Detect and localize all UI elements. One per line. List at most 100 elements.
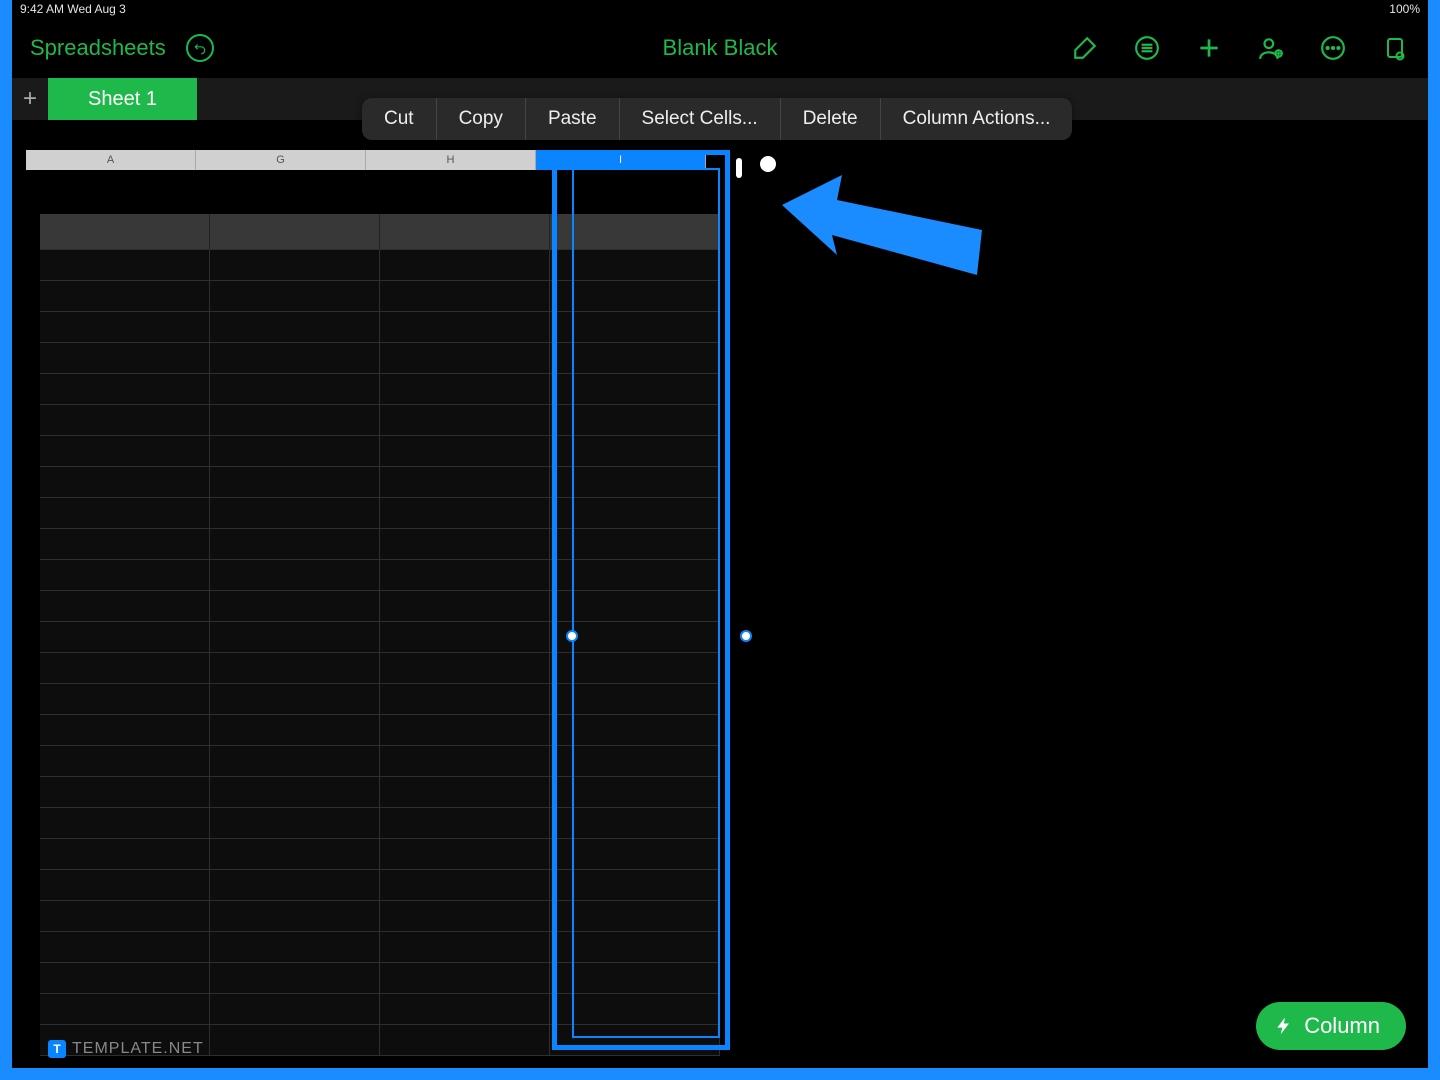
cell[interactable] xyxy=(40,467,210,498)
cell[interactable] xyxy=(40,374,210,405)
cell[interactable] xyxy=(550,777,720,808)
cell[interactable] xyxy=(210,963,380,994)
menu-column-actions[interactable]: Column Actions... xyxy=(881,98,1073,140)
undo-icon[interactable] xyxy=(186,34,214,62)
cell[interactable] xyxy=(380,870,550,901)
menu-copy[interactable]: Copy xyxy=(437,98,526,140)
cell[interactable] xyxy=(550,808,720,839)
cell[interactable] xyxy=(210,312,380,343)
cell[interactable] xyxy=(40,932,210,963)
cell[interactable] xyxy=(380,436,550,467)
cell[interactable] xyxy=(40,653,210,684)
more-icon[interactable] xyxy=(1318,33,1348,63)
cell[interactable] xyxy=(550,901,720,932)
cell[interactable] xyxy=(210,560,380,591)
cell[interactable] xyxy=(40,715,210,746)
cell[interactable] xyxy=(210,653,380,684)
cell[interactable] xyxy=(40,281,210,312)
cell[interactable] xyxy=(40,963,210,994)
col-header-A[interactable]: A xyxy=(26,150,196,170)
cell[interactable] xyxy=(210,994,380,1025)
doc-title[interactable]: Blank Black xyxy=(663,35,778,61)
cell[interactable] xyxy=(210,214,380,250)
cell[interactable] xyxy=(380,777,550,808)
cell[interactable] xyxy=(40,214,210,250)
selection-handle-right[interactable] xyxy=(740,630,752,642)
cell[interactable] xyxy=(210,746,380,777)
cell[interactable] xyxy=(550,963,720,994)
menu-paste[interactable]: Paste xyxy=(526,98,620,140)
menu-delete[interactable]: Delete xyxy=(781,98,881,140)
cell[interactable] xyxy=(380,808,550,839)
cell[interactable] xyxy=(380,932,550,963)
cell[interactable] xyxy=(40,901,210,932)
sheet-area[interactable]: A G H I document.write(Array.from({lengt… xyxy=(12,150,1428,1068)
cell[interactable] xyxy=(380,560,550,591)
add-sheet-button[interactable]: + xyxy=(12,78,48,120)
cell[interactable] xyxy=(210,839,380,870)
cell[interactable] xyxy=(40,839,210,870)
cell[interactable] xyxy=(210,250,380,281)
cell[interactable] xyxy=(210,777,380,808)
cell[interactable] xyxy=(380,684,550,715)
cell[interactable] xyxy=(380,214,550,250)
cell[interactable] xyxy=(210,1025,380,1056)
cell[interactable] xyxy=(210,870,380,901)
cell[interactable] xyxy=(550,591,720,622)
cell[interactable] xyxy=(210,343,380,374)
cell[interactable] xyxy=(380,250,550,281)
cell[interactable] xyxy=(40,343,210,374)
cell[interactable] xyxy=(380,529,550,560)
col-header-G[interactable]: G xyxy=(196,150,366,170)
cell[interactable] xyxy=(380,994,550,1025)
cell[interactable] xyxy=(40,870,210,901)
cell[interactable] xyxy=(380,1025,550,1056)
cell[interactable] xyxy=(40,498,210,529)
cell[interactable] xyxy=(380,281,550,312)
cell[interactable] xyxy=(380,498,550,529)
cell[interactable] xyxy=(380,746,550,777)
cell[interactable] xyxy=(210,436,380,467)
cell[interactable] xyxy=(210,405,380,436)
cell[interactable] xyxy=(550,405,720,436)
cell[interactable] xyxy=(40,684,210,715)
cell[interactable] xyxy=(210,498,380,529)
cell[interactable] xyxy=(550,498,720,529)
cell[interactable] xyxy=(550,343,720,374)
cell[interactable] xyxy=(210,901,380,932)
cell[interactable] xyxy=(380,405,550,436)
cell[interactable] xyxy=(550,560,720,591)
cell[interactable] xyxy=(40,808,210,839)
column-resize-handle[interactable] xyxy=(736,158,742,178)
cell[interactable] xyxy=(550,312,720,343)
cell[interactable] xyxy=(550,715,720,746)
cell[interactable] xyxy=(550,436,720,467)
cell[interactable] xyxy=(210,808,380,839)
cell[interactable] xyxy=(380,839,550,870)
cell[interactable] xyxy=(210,529,380,560)
cell[interactable] xyxy=(210,374,380,405)
cell[interactable] xyxy=(380,343,550,374)
cell[interactable] xyxy=(40,560,210,591)
cell[interactable] xyxy=(210,281,380,312)
cell[interactable] xyxy=(380,715,550,746)
cell[interactable] xyxy=(40,436,210,467)
cell[interactable] xyxy=(550,746,720,777)
cell[interactable] xyxy=(550,529,720,560)
cell[interactable] xyxy=(40,777,210,808)
cell[interactable] xyxy=(550,467,720,498)
cell[interactable] xyxy=(210,622,380,653)
document-icon[interactable] xyxy=(1380,33,1410,63)
cell[interactable] xyxy=(40,250,210,281)
plus-icon[interactable] xyxy=(1194,33,1224,63)
cell[interactable] xyxy=(210,591,380,622)
cell[interactable] xyxy=(40,591,210,622)
cell[interactable] xyxy=(550,250,720,281)
cell[interactable] xyxy=(40,994,210,1025)
back-to-spreadsheets[interactable]: Spreadsheets xyxy=(30,35,166,61)
cell[interactable] xyxy=(210,715,380,746)
cell[interactable] xyxy=(550,214,720,250)
cell[interactable] xyxy=(380,312,550,343)
cell[interactable] xyxy=(550,839,720,870)
cell[interactable] xyxy=(550,374,720,405)
